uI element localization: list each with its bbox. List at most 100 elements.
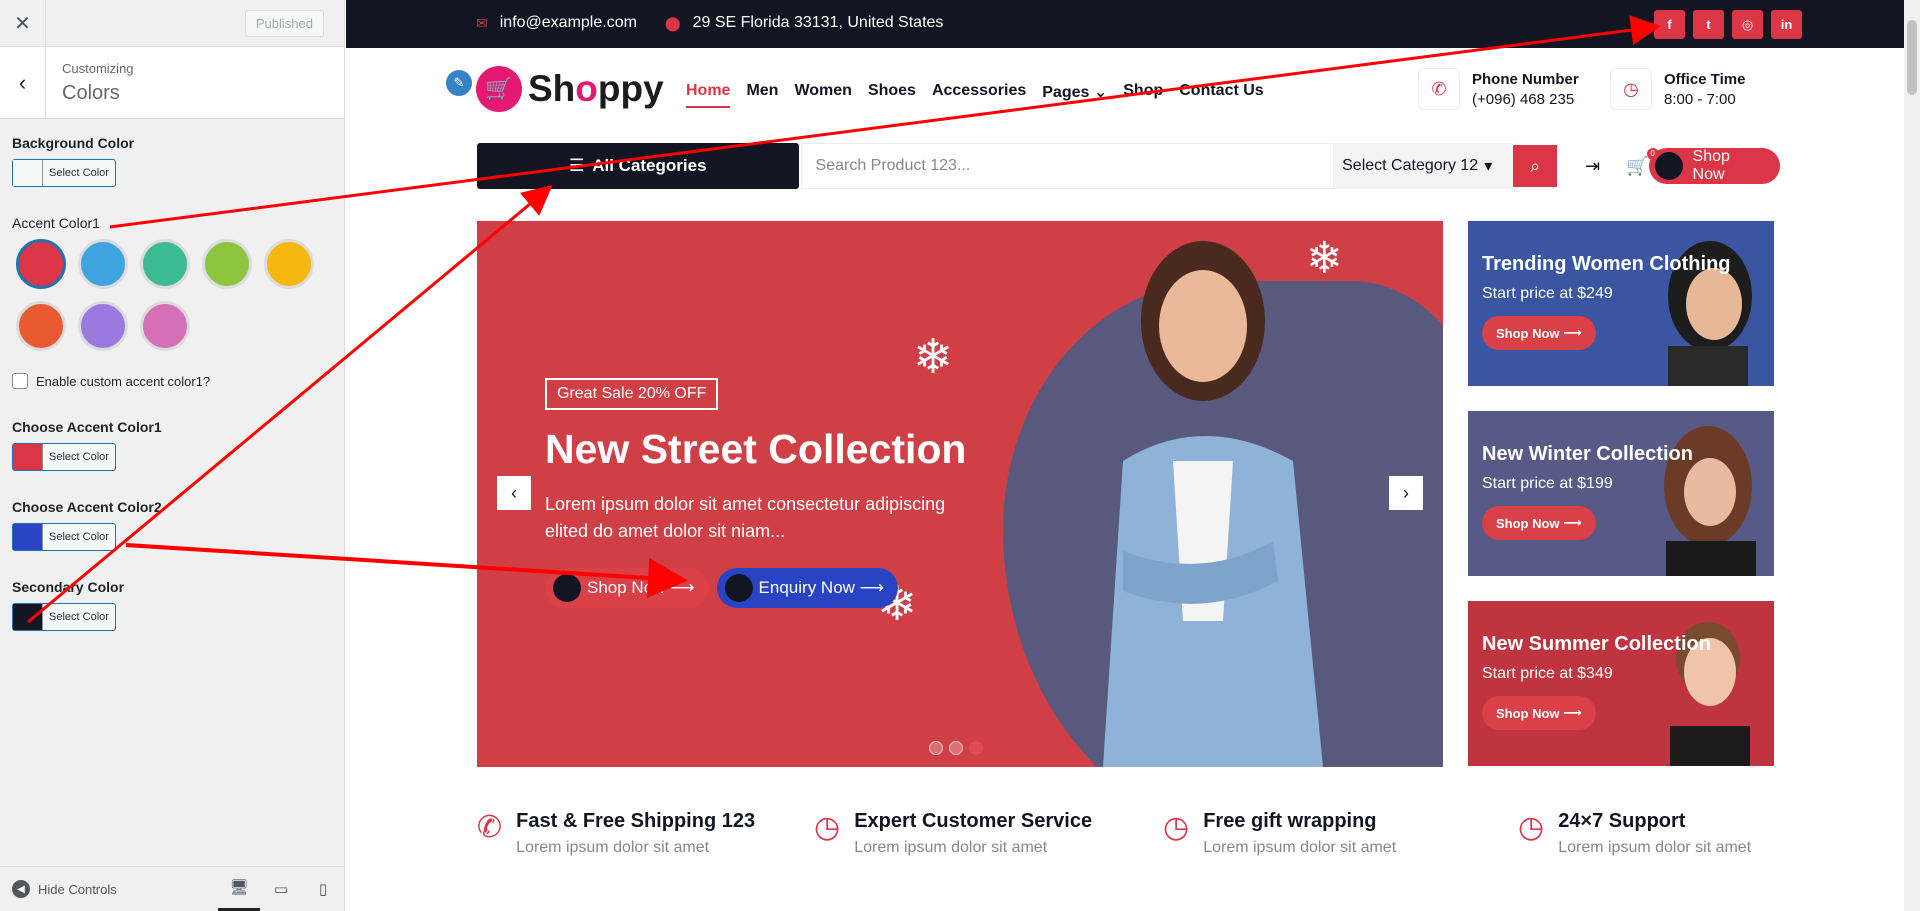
back-arrow-icon[interactable]: ‹ [0,47,46,118]
feature-item: ◷ 24×7 Support Lorem ipsum dolor sit amet [1518,810,1751,857]
topbar-email[interactable]: info@example.com [500,14,637,32]
nav-accessories[interactable]: Accessories [932,82,1026,108]
customizer-panel: ✕ Published ‹ Customizing Colors Backgro… [0,0,345,911]
accent2-swatch [13,524,43,550]
slider-next-button[interactable]: › [1389,476,1423,510]
caret-down-icon: ▾ [1484,158,1493,175]
slider-dot[interactable] [949,741,963,755]
nav-men[interactable]: Men [746,82,778,108]
linkedin-icon[interactable]: in [1771,10,1802,39]
bg-color-label: Background Color [12,135,135,151]
hero-description: Lorem ipsum dolor sit amet consectetur a… [545,494,946,541]
choose-accent2-label: Choose Accent Color2 [12,499,162,515]
accent1-color-picker[interactable]: Select Color [12,443,116,471]
nav-pages[interactable]: Pages ⌄ [1042,82,1107,108]
mobile-preview-icon[interactable]: ▯ [302,867,344,911]
hero-woman-image [1103,241,1323,767]
promo-price: Start price at $199 [1482,475,1613,492]
bg-color-picker[interactable]: Select Color [12,159,116,187]
tablet-preview-icon[interactable]: ▭ [260,867,302,911]
secondary-color-picker[interactable]: Select Color [12,603,116,631]
accent-swatch-7[interactable] [78,301,128,351]
section-header: ‹ Customizing Colors [0,47,344,119]
search-button[interactable]: ⌕ [1513,145,1558,187]
search-row: ☰ All Categories Search Product 123... S… [477,143,1780,189]
hide-controls-button[interactable]: ◀ Hide Controls [12,880,117,898]
promo-shop-now-button[interactable]: Shop Now ⟶ [1482,316,1596,350]
hero-shop-now-button[interactable]: Shop Now ⟶ [545,568,709,608]
scrollbar-thumb[interactable] [1907,20,1917,95]
feature-title: Expert Customer Service [854,810,1093,832]
edit-pencil-icon[interactable]: ✎ [446,70,472,96]
nav-women[interactable]: Women [794,82,851,108]
instagram-icon[interactable]: ◎ [1732,10,1763,39]
clock-icon: ◷ [1163,811,1190,844]
slider-prev-button[interactable]: ‹ [497,476,531,510]
site-logo[interactable]: ✎ 🛒 Shoppy [446,66,664,112]
slider-dot[interactable] [969,741,983,755]
accent-swatch-2[interactable] [78,239,128,289]
office-value: 8:00 - 7:00 [1664,90,1736,108]
customizer-footer: ◀ Hide Controls 🖥 ▭ ▯ [0,866,344,911]
promo-card-1[interactable]: Trending Women Clothing Start price at $… [1468,221,1774,386]
feature-item: ✆ Fast & Free Shipping 123 Lorem ipsum do… [477,810,814,857]
feature-title: Fast & Free Shipping 123 [516,810,756,832]
section-title: Colors [62,82,120,104]
accent2-color-picker[interactable]: Select Color [12,523,116,551]
nav-shoes[interactable]: Shoes [868,82,916,108]
scrollbar[interactable] [1904,0,1920,911]
enable-custom-checkbox[interactable] [12,373,28,389]
promo-title: New Summer Collection [1482,633,1711,655]
chevron-down-icon: ⌄ [1093,84,1108,101]
secondary-label: Secondary Color [12,579,125,595]
promo-shop-now-button[interactable]: Shop Now ⟶ [1482,506,1596,540]
published-button[interactable]: Published [244,9,324,37]
list-icon: ☰ [568,156,585,175]
desktop-preview-icon[interactable]: 🖥 [218,867,260,911]
nav-shop[interactable]: Shop [1123,82,1163,108]
accent-swatch-3[interactable] [140,239,190,289]
snowflake-icon: ❄ [1306,234,1343,283]
clock-icon: ◷ [814,811,841,844]
promo-model-image [1668,241,1752,386]
accent1-swatch [13,444,43,470]
nav-home[interactable]: Home [686,82,731,108]
phone-title: Phone Number [1472,70,1579,88]
hero-enquiry-button[interactable]: Enquiry Now ⟶ [716,568,899,608]
accent-swatch-8[interactable] [140,301,190,351]
accent-swatch-list [16,239,346,351]
main-nav: Home Men Women Shoes Accessories Pages ⌄… [686,82,1264,108]
all-categories-button[interactable]: ☰ All Categories [477,143,799,189]
topbar-address: 29 SE Florida 33131, United States [692,14,944,31]
slider-dots [929,741,983,755]
bg-color-swatch [13,160,43,186]
site-preview: ✉ info@example.com ⬤ 29 SE Florida 33131… [346,0,1920,911]
accent-swatch-5[interactable] [264,239,314,289]
feature-sub: Lorem ipsum dolor sit amet [854,839,1048,856]
search-input[interactable]: Search Product 123... [800,143,1335,189]
accent-swatch-4[interactable] [202,239,252,289]
twitter-icon[interactable]: t [1693,10,1724,39]
promo-price: Start price at $249 [1482,285,1613,302]
promo-shop-now-button[interactable]: Shop Now ⟶ [1482,696,1596,730]
accent-swatch-6[interactable] [16,301,66,351]
feature-item: ◷ Free gift wrapping Lorem ipsum dolor si… [1163,810,1518,857]
enable-custom-label: Enable custom accent color1? [36,373,211,389]
promo-title: Trending Women Clothing [1482,253,1731,275]
promo-card-2[interactable]: New Winter Collection Start price at $19… [1468,411,1774,576]
clock-icon: ◷ [1610,68,1652,110]
feature-sub: Lorem ipsum dolor sit amet [1203,839,1397,856]
nav-contact[interactable]: Contact Us [1179,82,1263,108]
accent-swatch-1[interactable] [16,239,66,289]
login-icon[interactable]: ⇥ [1585,156,1600,177]
slider-dot[interactable] [929,741,943,755]
promo-card-3[interactable]: New Summer Collection Start price at $34… [1468,601,1774,766]
cart-count-badge: 0 [1646,147,1659,160]
phone-icon: ✆ [1418,68,1460,110]
customizer-header: ✕ Published [0,0,344,47]
shop-now-button[interactable]: Shop Now [1648,148,1780,184]
cart-icon[interactable]: 🛒 0 [1626,147,1659,177]
category-select[interactable]: Select Category 12 ▾ [1334,143,1514,189]
close-icon[interactable]: ✕ [0,0,46,46]
facebook-icon[interactable]: f [1654,10,1685,39]
